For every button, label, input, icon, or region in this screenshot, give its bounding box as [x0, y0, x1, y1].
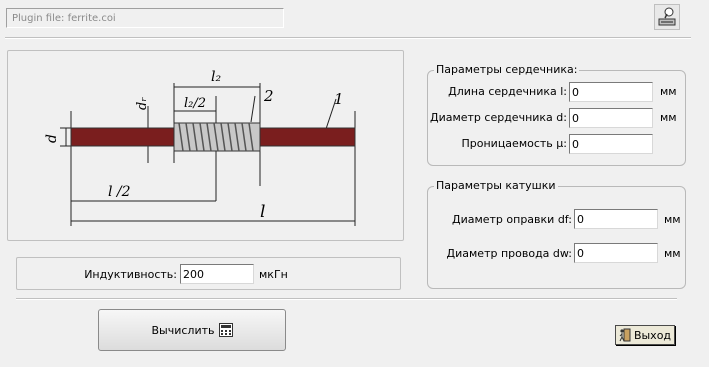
core-diameter-unit: мм [660, 111, 677, 124]
coil-params-title: Параметры катушки [434, 179, 558, 192]
core-permeability-input[interactable] [569, 134, 653, 154]
label-l2: l₂ [211, 69, 221, 85]
computer-icon [658, 7, 676, 26]
label-df: dᵣ [135, 97, 150, 110]
inductance-output[interactable] [180, 264, 254, 284]
calculator-icon [218, 323, 233, 337]
divider [16, 298, 677, 300]
mandrel-diameter-label: Диаметр оправки df: [451, 213, 572, 226]
plugin-file-field: Plugin file: ferrite.coi [6, 8, 284, 28]
label-2: 2 [263, 87, 274, 105]
core-length-unit: мм [660, 85, 677, 98]
coil-diagram: l₂ l₂/2 dᵣ d 2 1 l /2 l [44, 69, 356, 226]
wire-diameter-label: Диаметр провода dw: [446, 247, 572, 260]
label-l: l [260, 202, 265, 222]
calculate-button[interactable]: Вычислить [98, 309, 286, 351]
wire-diameter-input[interactable] [574, 243, 658, 263]
mandrel-diameter-unit: мм [664, 213, 681, 226]
calculate-label: Вычислить [151, 323, 215, 337]
label-l2-half: l₂/2 [184, 96, 206, 111]
wire-diameter-unit: мм [664, 247, 681, 260]
label-l-half: l /2 [108, 184, 131, 200]
coil-params-group: Параметры катушки [427, 179, 686, 289]
exit-door-icon [619, 328, 631, 342]
divider [5, 37, 691, 39]
exit-button[interactable]: Выход [615, 325, 675, 345]
inductance-unit: мкГн [259, 268, 288, 281]
exit-label: Выход [633, 328, 672, 342]
core-permeability-label: Проницаемость μ: [461, 137, 568, 150]
inductance-label: Индуктивность: [84, 268, 177, 281]
settings-button[interactable] [654, 4, 680, 30]
core-params-title: Параметры сердечника: [434, 63, 580, 76]
core-length-input[interactable] [569, 82, 653, 102]
core-length-label: Длина сердечника l: [448, 85, 567, 98]
core-diameter-input[interactable] [569, 108, 653, 128]
label-1: 1 [334, 90, 344, 108]
core-diameter-label: Диаметр сердечника d: [429, 111, 567, 124]
mandrel-diameter-input[interactable] [574, 209, 658, 229]
label-d: d [44, 134, 60, 143]
coil-diagram-panel: l₂ l₂/2 dᵣ d 2 1 l /2 l [7, 50, 404, 241]
